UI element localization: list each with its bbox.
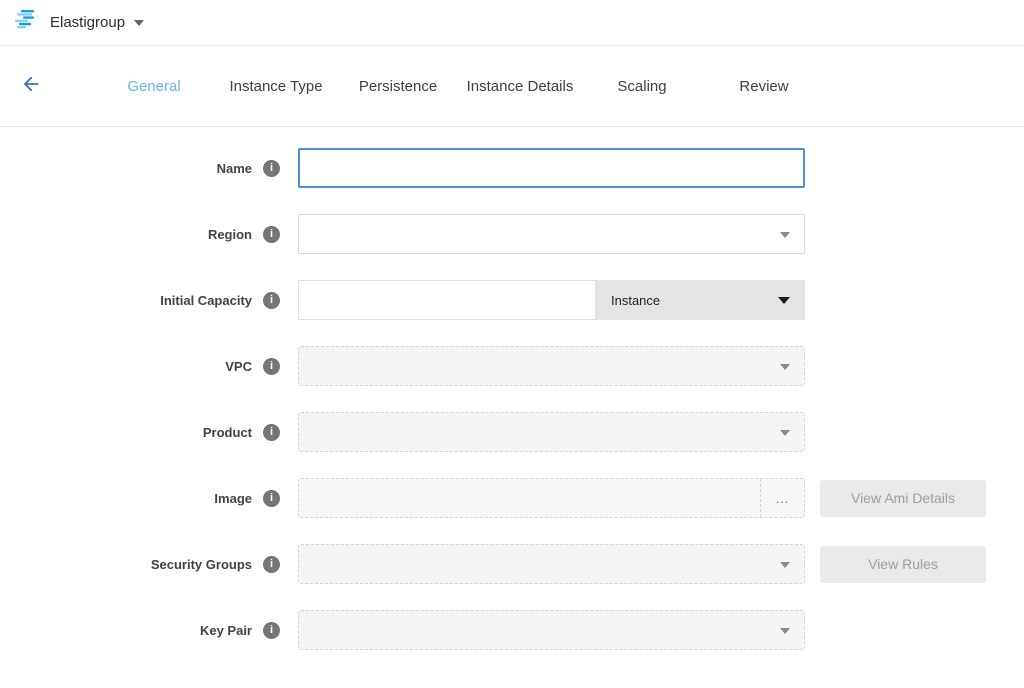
- info-icon[interactable]: i: [263, 556, 280, 573]
- tab-scaling[interactable]: Scaling: [581, 78, 703, 95]
- initial-capacity-input[interactable]: [298, 280, 595, 320]
- general-settings-form: Name i Region i Initial Capacity i Insta…: [0, 127, 1024, 650]
- form-row-key-pair: Key Pair i: [0, 610, 1024, 650]
- info-icon[interactable]: i: [263, 490, 280, 507]
- chevron-down-icon: [780, 562, 790, 568]
- tab-instance-type[interactable]: Instance Type: [215, 78, 337, 95]
- chevron-down-icon: [780, 430, 790, 436]
- tab-general[interactable]: General: [93, 78, 215, 95]
- view-ami-details-button: View Ami Details: [820, 480, 986, 517]
- form-row-image: Image i ... View Ami Details: [0, 478, 1024, 518]
- image-label: Image: [0, 491, 252, 506]
- view-rules-button: View Rules: [820, 546, 986, 583]
- region-label: Region: [0, 227, 252, 242]
- region-select[interactable]: [298, 214, 805, 254]
- chevron-down-icon: [780, 628, 790, 634]
- form-row-name: Name i: [0, 148, 1024, 188]
- back-arrow-icon: [20, 73, 42, 100]
- tab-instance-details[interactable]: Instance Details: [459, 78, 581, 95]
- tab-persistence[interactable]: Persistence: [337, 78, 459, 95]
- info-icon[interactable]: i: [263, 160, 280, 177]
- product-name: Elastigroup: [50, 14, 125, 31]
- image-input-value: [299, 479, 760, 517]
- info-icon[interactable]: i: [263, 226, 280, 243]
- back-button[interactable]: [19, 74, 43, 98]
- image-input: ...: [298, 478, 805, 518]
- tab-list: General Instance Type Persistence Instan…: [93, 78, 825, 95]
- wizard-tab-bar: General Instance Type Persistence Instan…: [0, 46, 1024, 127]
- name-label: Name: [0, 161, 252, 176]
- info-icon[interactable]: i: [263, 622, 280, 639]
- image-browse-button: ...: [760, 479, 804, 517]
- product-select: [298, 412, 805, 452]
- initial-capacity-label: Initial Capacity: [0, 293, 252, 308]
- chevron-down-icon: [780, 232, 790, 238]
- info-icon[interactable]: i: [263, 424, 280, 441]
- chevron-down-icon: [780, 364, 790, 370]
- form-row-vpc: VPC i: [0, 346, 1024, 386]
- elastigroup-logo-icon: [14, 9, 40, 36]
- key-pair-select: [298, 610, 805, 650]
- vpc-select: [298, 346, 805, 386]
- security-groups-label: Security Groups: [0, 557, 252, 572]
- capacity-unit-select[interactable]: Instance: [595, 280, 805, 320]
- chevron-down-icon: [134, 20, 144, 26]
- info-icon[interactable]: i: [263, 292, 280, 309]
- product-label: Product: [0, 425, 252, 440]
- form-row-region: Region i: [0, 214, 1024, 254]
- capacity-unit-value: Instance: [611, 293, 660, 308]
- top-bar: Elastigroup: [0, 0, 1024, 46]
- tab-review[interactable]: Review: [703, 78, 825, 95]
- chevron-down-icon: [778, 297, 790, 304]
- info-icon[interactable]: i: [263, 358, 280, 375]
- form-row-initial-capacity: Initial Capacity i Instance: [0, 280, 1024, 320]
- product-switcher[interactable]: Elastigroup: [14, 9, 144, 36]
- key-pair-label: Key Pair: [0, 623, 252, 638]
- form-row-security-groups: Security Groups i View Rules: [0, 544, 1024, 584]
- vpc-label: VPC: [0, 359, 252, 374]
- security-groups-select: [298, 544, 805, 584]
- form-row-product: Product i: [0, 412, 1024, 452]
- name-input[interactable]: [298, 148, 805, 188]
